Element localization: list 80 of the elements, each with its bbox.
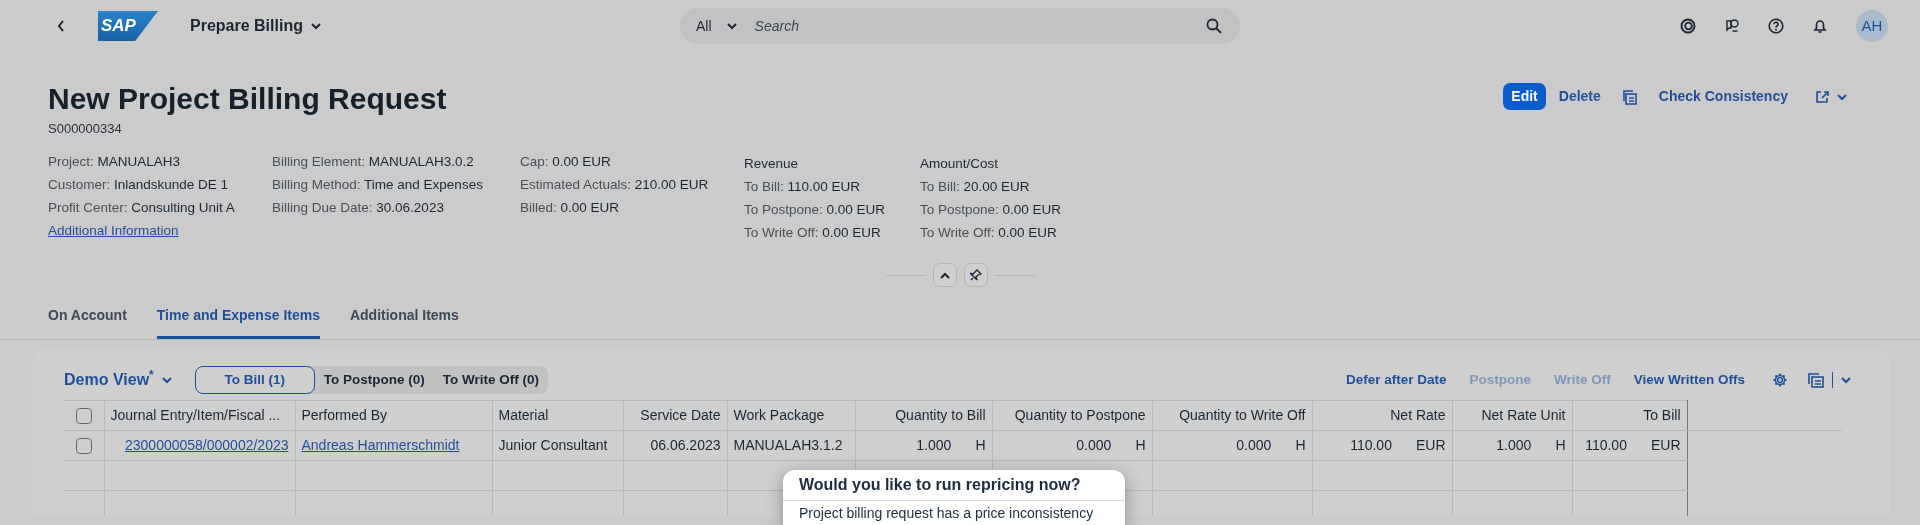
app-title-menu[interactable]: Prepare Billing	[190, 14, 322, 38]
header-field: To Write Off: 0.00 EUR	[920, 221, 1096, 244]
page-title: New Project Billing Request	[48, 82, 447, 115]
notification-bell-icon[interactable]	[1812, 18, 1828, 34]
table-cell: 1.000 H	[855, 430, 992, 461]
segment-button[interactable]: To Bill (1)	[194, 365, 315, 395]
search-placeholder: Search	[754, 16, 800, 36]
header-field: Cap: 0.00 EUR	[520, 150, 744, 173]
column-header: Material	[492, 400, 623, 431]
chevron-down-icon	[160, 374, 173, 386]
header-field: Billed: 0.00 EUR	[520, 196, 744, 219]
pin-header-button[interactable]	[963, 263, 988, 287]
facet-title: Amount/Cost	[920, 155, 1000, 173]
column-header: Net Rate	[1312, 400, 1452, 431]
header-field: To Postpone: 0.00 EUR	[920, 198, 1096, 221]
action-button[interactable]: Check Consistency	[1652, 82, 1794, 111]
table-cell: 0.000 H	[1152, 430, 1312, 461]
header-field: Estimated Actuals: 210.00 EUR	[520, 173, 744, 196]
dialog-message: Project billing request has a price inconsistency	[798, 504, 1095, 522]
header-field: To Postpone: 0.00 EUR	[744, 198, 920, 221]
table-cell: MANUALAH3.1.2	[727, 430, 855, 461]
collapse-header-button[interactable]	[932, 263, 957, 287]
header-field: Project: MANUALAH3	[48, 150, 272, 173]
user-avatar[interactable]: AH	[1856, 10, 1888, 42]
select-all-checkbox[interactable]	[75, 408, 92, 425]
additional-info-link[interactable]: Additional Information	[48, 223, 179, 238]
column-header: Service Date	[623, 400, 727, 431]
row-checkbox[interactable]	[75, 438, 92, 455]
tab[interactable]: Time and Expense Items	[156, 293, 320, 339]
export-icon[interactable]	[1807, 372, 1825, 388]
edit-button[interactable]: Edit	[1503, 83, 1546, 110]
share-icon[interactable]	[1815, 89, 1829, 104]
column-header: Performed By	[295, 400, 492, 431]
copy-icon[interactable]	[1621, 88, 1638, 105]
header-field: Billing Due Date: 30.06.2023	[272, 196, 520, 219]
column-header: To Bill	[1572, 400, 1687, 431]
table-cell: 1.000 H	[1452, 430, 1572, 461]
action-button[interactable]: Delete	[1552, 82, 1607, 111]
help-icon[interactable]	[1768, 18, 1784, 34]
column-header: Quantity to Bill	[855, 400, 992, 431]
document-number: S000000334	[48, 120, 123, 138]
segment-button[interactable]: To Write Off (0)	[433, 365, 548, 395]
facet-title: Revenue	[744, 155, 800, 173]
column-header: Quantity to Postpone	[992, 400, 1152, 431]
tab[interactable]: On Account	[48, 293, 127, 339]
header-field: Profit Center: Consulting Unit A	[48, 196, 272, 219]
search-icon[interactable]	[1206, 18, 1222, 34]
dialog-title: Would you like to run repricing now?	[783, 470, 1125, 501]
toolbar-button[interactable]: View Written Offs	[1625, 369, 1753, 391]
table-cell: 0.000 H	[992, 430, 1152, 461]
segment-button[interactable]: To Postpone (0)	[314, 365, 434, 395]
tab[interactable]: Additional Items	[349, 293, 459, 339]
spiral-icon[interactable]	[1680, 18, 1696, 34]
back-icon[interactable]	[56, 19, 66, 33]
chevron-down-icon	[309, 20, 322, 32]
column-header: Journal Entry/Item/Fiscal ...	[104, 400, 295, 431]
scope-label[interactable]: All	[696, 15, 712, 37]
variant-selector[interactable]: Demo View$^{*}$	[64, 368, 173, 392]
table-cell: 110.00 EUR	[1572, 430, 1687, 461]
table-cell: 06.06.2023	[623, 430, 727, 461]
chevron-down-icon[interactable]	[1840, 374, 1852, 386]
table-cell: Junior Consultant	[492, 430, 623, 461]
chevron-up-icon	[939, 271, 950, 279]
table-cell: 110.00 EUR	[1312, 430, 1452, 461]
header-field: Customer: Inlandskunde DE 1	[48, 173, 272, 196]
header-field: To Bill: 20.00 EUR	[920, 175, 1096, 198]
header-field: To Write Off: 0.00 EUR	[744, 221, 920, 244]
sap-logo[interactable]: SAP	[98, 11, 158, 41]
chevron-down-icon	[725, 20, 738, 32]
column-header: Net Rate Unit	[1452, 400, 1572, 431]
header-field: Billing Element: MANUALAH3.0.2	[272, 150, 520, 173]
pin-icon	[969, 269, 982, 281]
toolbar-button[interactable]: Defer after Date	[1337, 369, 1455, 391]
column-header: Quantity to Write Off	[1152, 400, 1312, 431]
header-field: Billing Method: Time and Expenses	[272, 173, 520, 196]
settings-icon[interactable]	[1772, 372, 1788, 388]
feedback-icon[interactable]	[1724, 18, 1740, 34]
column-header: Work Package	[727, 400, 855, 431]
search-field[interactable]: All Search	[680, 8, 1240, 44]
header-field: To Bill: 110.00 EUR	[744, 175, 920, 198]
